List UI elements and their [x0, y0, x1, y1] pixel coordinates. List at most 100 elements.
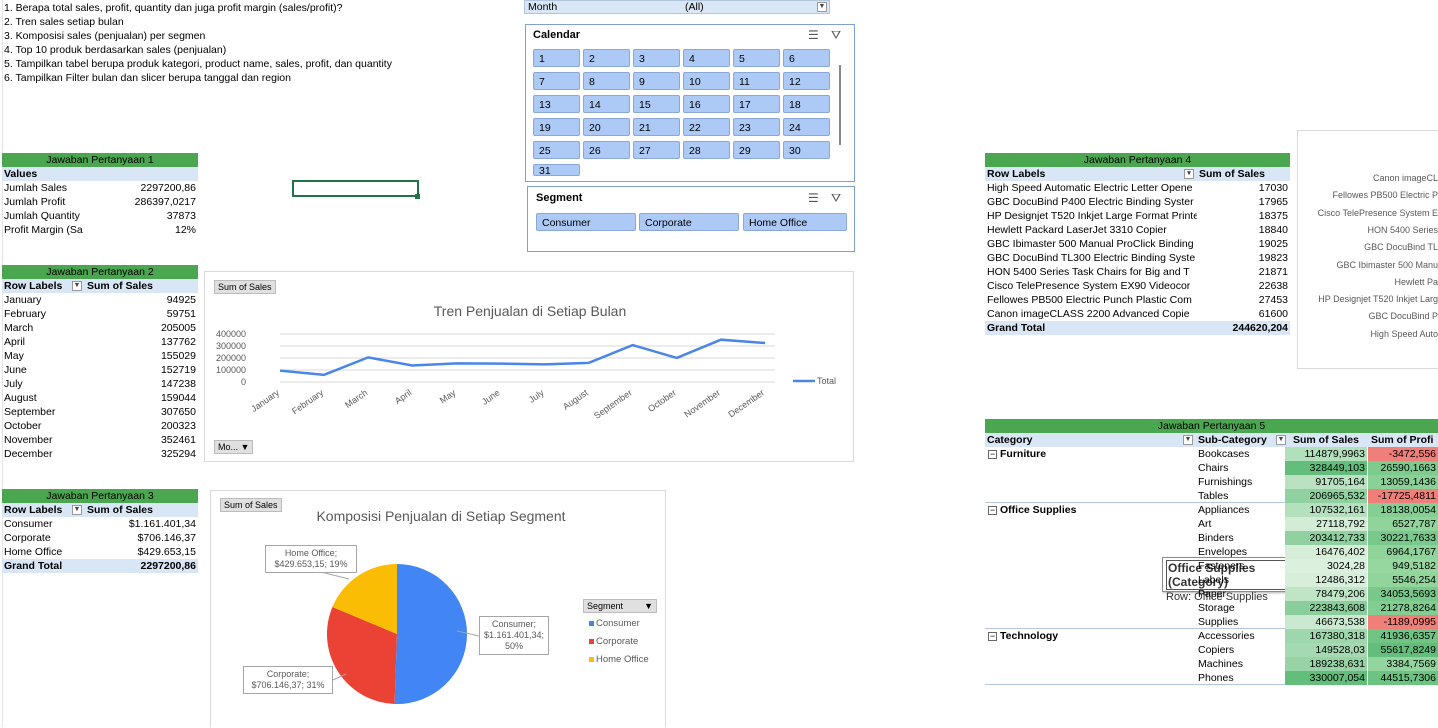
- calendar-day-tile[interactable]: 5: [733, 49, 780, 67]
- q2-row-label: July: [4, 378, 23, 390]
- calendar-day-tile[interactable]: 17: [733, 95, 780, 113]
- calendar-day-tile[interactable]: 4: [683, 49, 730, 67]
- calendar-day-tile[interactable]: 25: [533, 141, 580, 159]
- calendar-slicer[interactable]: Calendar ☰ ⛛ 1 2 3 4 5 6 7 8 9 10 11 12 13 14 15 16 17 18…: [525, 24, 855, 182]
- q5-profit-cell: 26590,1663: [1368, 461, 1438, 475]
- q5-profit-cell: 21278,8264: [1368, 601, 1438, 615]
- q5-category[interactable]: − Technology: [985, 629, 1185, 643]
- top-products-chart[interactable]: Canon imageCL Fellowes PB500 Electric P Ci…: [1297, 130, 1438, 369]
- legend-label: Corporate: [596, 636, 639, 647]
- clear-filter-icon[interactable]: ⛛: [831, 28, 841, 43]
- q2-row: May 155029: [2, 349, 198, 363]
- filter-dropdown-icon[interactable]: ▼: [72, 281, 82, 291]
- calendar-day-tile[interactable]: 27: [633, 141, 680, 159]
- q4-row-label: Fellowes PB500 Electric Punch Plastic Co…: [987, 294, 1192, 306]
- q4-row-value: 18375: [1258, 210, 1288, 222]
- calendar-day-tile[interactable]: 9: [633, 72, 680, 90]
- calendar-day-tile[interactable]: 20: [583, 118, 630, 136]
- calendar-day-tile[interactable]: 22: [683, 118, 730, 136]
- q5-profit-cell: 6964,1767: [1368, 545, 1438, 559]
- calendar-day-tile[interactable]: 1: [533, 49, 580, 67]
- q4-col-sum-sales: Sum of Sales: [1199, 168, 1265, 180]
- calendar-day-tile[interactable]: 18: [783, 95, 830, 113]
- q1-row-value: 286397,0217: [134, 196, 196, 208]
- q3-header: Row Labels ▼ Sum of Sales: [2, 503, 198, 517]
- calendar-day-tile[interactable]: 2: [583, 49, 630, 67]
- calendar-day-tile[interactable]: 7: [533, 72, 580, 90]
- month-filter[interactable]: Month (All) ▼: [524, 0, 830, 14]
- filter-dropdown-icon[interactable]: ▼: [72, 505, 82, 515]
- collapse-icon[interactable]: −: [988, 450, 997, 459]
- q2-row: March 205005: [2, 321, 198, 335]
- collapse-icon[interactable]: −: [988, 632, 997, 641]
- q4-row: GBC DocuBind TL300 Electric Binding Syst…: [985, 251, 1290, 265]
- q5-sales-cell: 12486,312: [1285, 573, 1367, 587]
- group-divider: [985, 684, 1285, 685]
- calendar-day-tile[interactable]: 30: [783, 141, 830, 159]
- callout-line: Home Office;: [284, 548, 338, 558]
- q3-total-value: 2297200,86: [140, 560, 196, 572]
- multi-select-icon[interactable]: ☰: [808, 28, 819, 42]
- q5-sales-cell: 46673,538: [1285, 615, 1367, 629]
- pie-chart[interactable]: Sum of Sales Komposisi Penjualan di Seti…: [210, 490, 666, 727]
- q4-row-value: 19823: [1258, 252, 1288, 264]
- collapse-icon[interactable]: −: [988, 506, 997, 515]
- calendar-day-tile[interactable]: 10: [683, 72, 730, 90]
- top-products-axis-label: Fellowes PB500 Electric P: [1332, 190, 1438, 201]
- calendar-day-tile[interactable]: 29: [733, 141, 780, 159]
- calendar-day-tile[interactable]: 24: [783, 118, 830, 136]
- q5-profit-cell: -17725,4811: [1368, 489, 1438, 503]
- legend-item[interactable]: Consumer: [589, 618, 640, 629]
- question-item: 5. Tampilkan tabel berupa produk kategor…: [4, 58, 392, 70]
- calendar-day-tile[interactable]: 16: [683, 95, 730, 113]
- q4-row-value: 17965: [1258, 196, 1288, 208]
- q5-header: Category ▼ Sub-Category ▼ Sum of Sales S…: [985, 433, 1438, 447]
- slicer-scrollbar[interactable]: [839, 65, 841, 145]
- calendar-day-tile[interactable]: 6: [783, 49, 830, 67]
- chevron-down-icon[interactable]: ▼: [817, 2, 827, 12]
- y-tick-label: 200000: [216, 353, 246, 363]
- segment-slicer[interactable]: Segment ☰ ⛛ Consumer Corporate Home Offi…: [527, 186, 855, 252]
- q5-category-label: Technology: [1000, 630, 1059, 642]
- line-chart[interactable]: Sum of Sales Tren Penjualan di Setiap Bu…: [204, 271, 854, 462]
- calendar-day-tile[interactable]: 23: [733, 118, 780, 136]
- calendar-day-tile[interactable]: 8: [583, 72, 630, 90]
- x-tick-label: November: [682, 387, 722, 419]
- calendar-day-tile[interactable]: 28: [683, 141, 730, 159]
- multi-select-icon[interactable]: ☰: [808, 191, 819, 205]
- calendar-day-tile[interactable]: 12: [783, 72, 830, 90]
- sort-filter-icon[interactable]: ▾: [1184, 169, 1194, 179]
- selected-cell[interactable]: [292, 180, 419, 197]
- segment-tile-corporate[interactable]: Corporate: [639, 213, 739, 231]
- legend-label: Consumer: [596, 618, 640, 629]
- calendar-day-tile[interactable]: 31: [533, 164, 580, 177]
- q4-row-label: Canon imageCLASS 2200 Advanced Copie: [987, 308, 1190, 320]
- filter-dropdown-icon[interactable]: ▼: [1183, 435, 1193, 445]
- calendar-day-tile[interactable]: 21: [633, 118, 680, 136]
- legend-item[interactable]: Corporate: [589, 636, 638, 647]
- q4-row-value: 27453: [1258, 294, 1288, 306]
- calendar-day-tile[interactable]: 14: [583, 95, 630, 113]
- fill-handle[interactable]: [415, 194, 420, 199]
- q2-row: February 59751: [2, 307, 198, 321]
- calendar-day-tile[interactable]: 3: [633, 49, 680, 67]
- filter-dropdown-icon[interactable]: ▼: [1276, 435, 1286, 445]
- calendar-day-tile[interactable]: 15: [633, 95, 680, 113]
- calendar-day-tile[interactable]: 26: [583, 141, 630, 159]
- calendar-day-tile[interactable]: 11: [733, 72, 780, 90]
- segment-tile-home-office[interactable]: Home Office: [743, 213, 847, 231]
- q3-row-value: $1.161.401,34: [128, 518, 196, 530]
- q5-subcategory: Bookcases: [1198, 448, 1250, 460]
- segment-legend-chip[interactable]: Segment ▼: [583, 599, 657, 613]
- clear-filter-icon[interactable]: ⛛: [831, 191, 841, 206]
- segment-tile-consumer[interactable]: Consumer: [536, 213, 636, 231]
- q3-total-label: Grand Total: [4, 560, 63, 572]
- q5-category[interactable]: − Office Supplies: [985, 503, 1185, 517]
- calendar-day-tile[interactable]: 19: [533, 118, 580, 136]
- q5-category[interactable]: − Furniture: [985, 447, 1185, 461]
- pie-slice-consumer[interactable]: [394, 564, 468, 704]
- q4-title: Jawaban Pertanyaan 4: [985, 153, 1290, 167]
- month-field-chip[interactable]: Mo... ▼: [214, 440, 254, 454]
- legend-item[interactable]: Home Office: [589, 654, 649, 665]
- calendar-day-tile[interactable]: 13: [533, 95, 580, 113]
